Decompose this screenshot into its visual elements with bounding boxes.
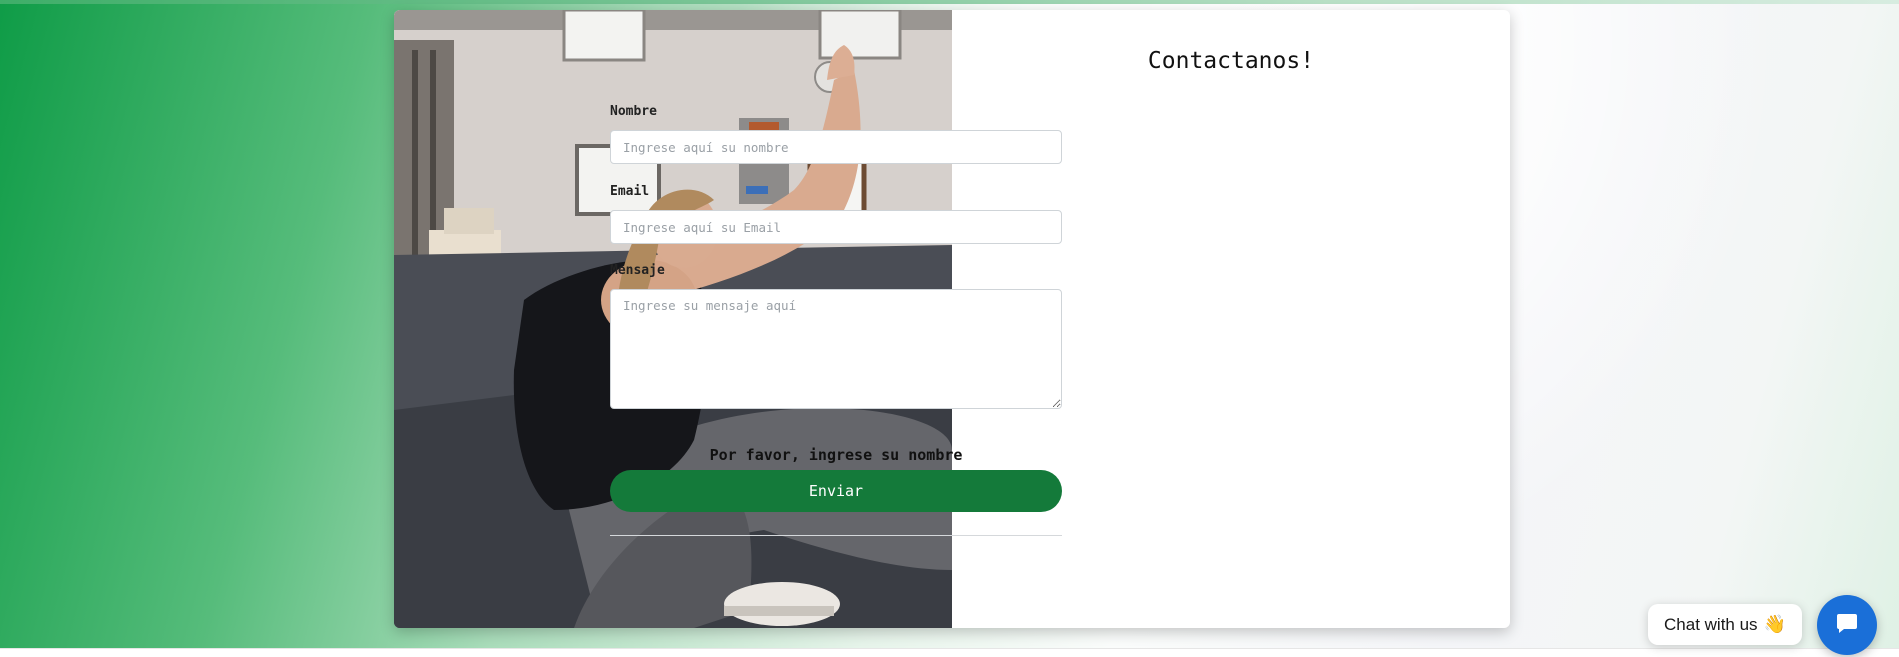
validation-message: Por favor, ingrese su nombre	[709, 446, 963, 464]
waving-hand-icon: 👋	[1763, 614, 1786, 634]
submit-button[interactable]: Enviar	[610, 470, 1062, 512]
chat-bubble-text: Chat with us	[1664, 614, 1758, 634]
top-accent-strip	[0, 0, 1899, 4]
nombre-input[interactable]	[610, 130, 1062, 164]
chat-icon	[1835, 611, 1859, 639]
email-label: Email	[610, 184, 650, 199]
chat-launcher-button[interactable]	[1817, 595, 1877, 655]
nombre-label: Nombre	[610, 104, 657, 119]
mensaje-label: Mensaje	[610, 263, 665, 278]
form-divider	[610, 535, 1062, 536]
bottom-strip	[0, 648, 1899, 657]
chat-with-us-bubble[interactable]: Chat with us 👋	[1648, 604, 1802, 645]
email-input[interactable]	[610, 210, 1062, 244]
mensaje-textarea[interactable]	[610, 289, 1062, 409]
form-title: Contactanos!	[1147, 48, 1315, 74]
